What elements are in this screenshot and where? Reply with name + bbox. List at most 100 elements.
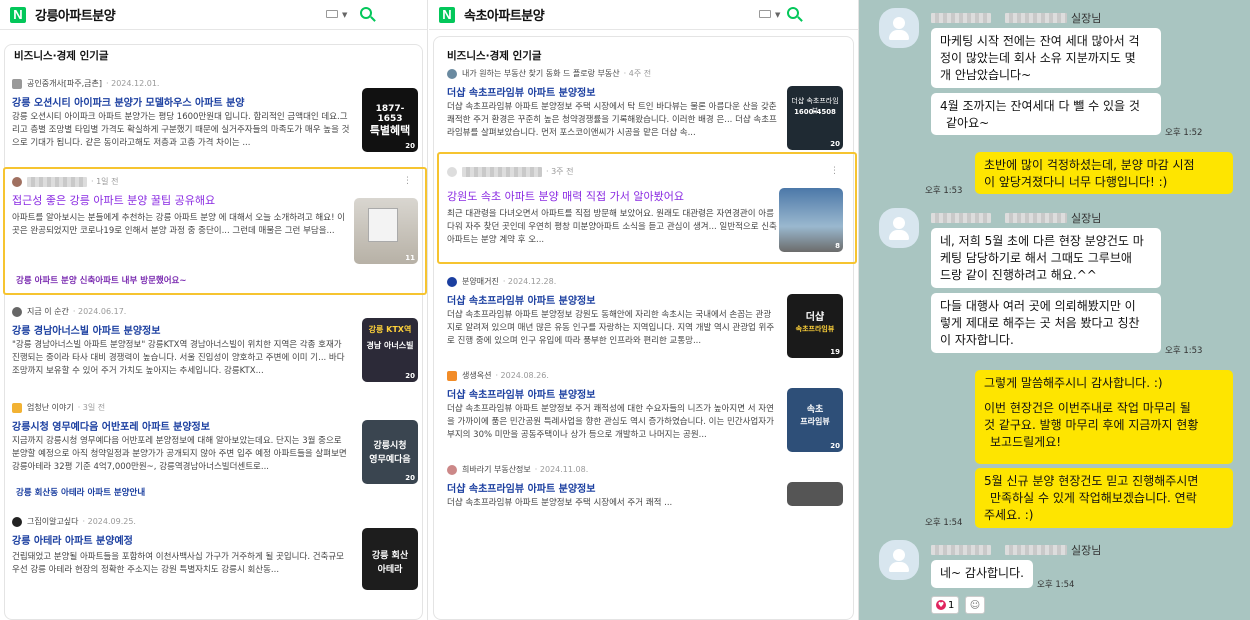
post-desc: 더샵 속초프라임뷰 아파트 분양정보 주택 시장에서 탁 트인 바다뷰는 물론 … bbox=[447, 102, 777, 138]
post-thumbnail[interactable]: 강릉 회산 아테라 bbox=[362, 528, 418, 590]
naver-logo[interactable]: N bbox=[439, 6, 455, 23]
message-line: 그렇게 말씀해주시니 감사합니다. :) bbox=[984, 376, 1163, 390]
post-thumbnail[interactable]: 강릉 KTX역 경남 아너스빌 20 bbox=[362, 318, 418, 382]
reaction-heart[interactable]: ♥ 1 bbox=[931, 596, 960, 614]
thumb-text: 속초 bbox=[806, 405, 824, 415]
message-bubble[interactable]: 4월 조까지는 잔여세대 다 뺄 수 있을 것 같아요~ bbox=[931, 93, 1161, 135]
image-count: 19 bbox=[830, 348, 840, 356]
more-icon[interactable]: ⋮ bbox=[830, 166, 839, 176]
list-item[interactable]: 분양매거진 · 2024.12.28. 더샵 속초프라임뷰 아파트 분양정보 더샵… bbox=[445, 276, 845, 360]
source-name[interactable]: 지금 이 순간 bbox=[27, 306, 69, 317]
search-query[interactable]: 속초아파트분양 bbox=[464, 5, 545, 24]
post-title[interactable]: 접근성 좋은 강릉 아파트 분양 꿀팁 공유해요 bbox=[12, 192, 352, 208]
source-name[interactable]: 엄청난 이야기 bbox=[27, 402, 74, 413]
message-line: 다들 대행사 여러 곳에 의뢰해봤지만 이 bbox=[940, 299, 1136, 313]
source-name[interactable]: 내가 원하는 부동산 찾기 동화 드 플로랑 부동산 bbox=[462, 68, 620, 79]
list-item[interactable]: 지금 이 순간 · 2024.06.17. 강릉 경남아너스빌 아파트 분양정보 … bbox=[10, 306, 418, 390]
source-name[interactable]: 그집이알고싶다 bbox=[27, 516, 79, 527]
image-count: 20 bbox=[405, 372, 415, 380]
avatar[interactable] bbox=[879, 208, 919, 248]
left-search-panel: N 강릉아파트분양 ▼ 비즈니스·경제 인기글 공인중개사[파주,금촌] · 20… bbox=[0, 0, 428, 620]
message-bubble[interactable]: 네~ 감사합니다. bbox=[931, 560, 1033, 588]
reaction-add[interactable]: ☺ bbox=[965, 596, 985, 614]
more-icon[interactable]: ⋮ bbox=[403, 176, 412, 186]
post-thumbnail[interactable]: 강릉시청 영무예다음 20 bbox=[362, 420, 418, 484]
message-line: 같아요~ bbox=[946, 116, 990, 130]
post-title[interactable]: 더샵 속초프라임뷰 아파트 분양정보 bbox=[447, 84, 777, 99]
list-item[interactable]: 내가 원하는 부동산 찾기 동화 드 플로랑 부동산 · 4주 전 더샵 속초프라… bbox=[445, 68, 845, 152]
list-item[interactable]: 엄청난 이야기 · 3일 전 강릉시청 영무예다음 어반포레 아파트 분양정보 지… bbox=[10, 402, 418, 502]
post-thumbnail[interactable]: 더샵 속초프라임뷰 1600-4508 20 bbox=[787, 86, 843, 150]
section-title: 비즈니스·경제 인기글 bbox=[14, 50, 109, 62]
message-time: 오후 1:53 bbox=[925, 186, 963, 196]
post-thumbnail[interactable]: 1877-1653 특별혜택 20 bbox=[362, 88, 418, 152]
thumb-text: 프라임뷰 bbox=[800, 417, 830, 426]
message-line: 초반에 많이 걱정하셨는데, 분양 마감 시점 bbox=[984, 158, 1195, 172]
message-bubble[interactable]: 네, 저희 5월 초에 다른 현장 분양건도 마 케팅 담당하기로 해서 그때도… bbox=[931, 228, 1161, 288]
avatar bbox=[447, 166, 457, 177]
message-time: 오후 1:52 bbox=[1165, 128, 1203, 138]
avatar bbox=[12, 176, 22, 187]
source-name[interactable]: 분양매거진 bbox=[462, 276, 499, 287]
image-count: 11 bbox=[405, 254, 415, 262]
search-icon[interactable] bbox=[360, 7, 372, 19]
post-thumbnail[interactable]: 더샵 속초프라임뷰 19 bbox=[787, 294, 843, 358]
related-link[interactable]: 강릉 아파트 분양 신축아파트 내부 방문했어요~ bbox=[16, 274, 187, 286]
thumb-text: 영무예다음 bbox=[369, 455, 411, 465]
message-line: 개 안남았습니다~ bbox=[940, 68, 1032, 82]
message-bubble[interactable]: 마케팅 시작 전에는 잔여 세대 많아서 걱 정이 많았는데 회사 소유 지분까… bbox=[931, 28, 1161, 88]
post-desc: 더샵 속초프라임뷰 아파트 분양정보 주거 쾌적성에 대한 수요자들의 니즈가 … bbox=[447, 404, 774, 440]
post-title[interactable]: 강원도 속초 아파트 분양 매력 직접 가서 알아봤어요 bbox=[447, 188, 777, 204]
blog-icon bbox=[447, 370, 457, 381]
post-desc: "강릉 경남아너스빌 아파트 분양정보" 강릉KTX역 경남아너스빌이 위치한 … bbox=[12, 340, 345, 376]
search-bar: N 속초아파트분양 ▼ bbox=[429, 0, 858, 30]
message-time: 오후 1:53 bbox=[1165, 346, 1203, 356]
message-line: 렇게 제대로 해주는 곳 처음 봤다고 칭찬 bbox=[940, 316, 1140, 330]
post-title[interactable]: 강릉 오션시티 아이파크 분양가 모델하우스 아파트 분양 bbox=[12, 94, 352, 109]
post-title[interactable]: 더샵 속초프라임뷰 아파트 분양정보 bbox=[447, 386, 777, 401]
source-name[interactable]: 생생옥션 bbox=[462, 370, 491, 381]
avatar[interactable] bbox=[879, 8, 919, 48]
list-item[interactable]: 생생옥션 · 2024.08.26. 더샵 속초프라임뷰 아파트 분양정보 더샵 … bbox=[445, 370, 845, 454]
blurred-name bbox=[1005, 545, 1067, 555]
chevron-down-icon[interactable]: ▼ bbox=[342, 11, 347, 19]
post-date: · 2024.06.17. bbox=[72, 307, 127, 316]
post-thumbnail[interactable] bbox=[787, 482, 843, 506]
message-bubble[interactable]: 그렇게 말씀해주시니 감사합니다. :) 이번 현장건은 이번주내로 작업 마무… bbox=[975, 370, 1233, 464]
search-bar: N 강릉아파트분양 ▼ bbox=[0, 0, 427, 30]
image-count: 20 bbox=[830, 140, 840, 148]
naver-logo[interactable]: N bbox=[10, 6, 26, 23]
post-title[interactable]: 강릉 경남아너스빌 아파트 분양정보 bbox=[12, 322, 352, 337]
reaction-count: 1 bbox=[948, 599, 955, 611]
post-thumbnail[interactable]: 11 bbox=[354, 198, 418, 264]
post-thumbnail[interactable]: 8 bbox=[779, 188, 843, 252]
message-line: 보고드릴게요! bbox=[990, 435, 1062, 449]
message-line: 만족하실 수 있게 작업해보겠습니다. 연락 bbox=[990, 491, 1197, 505]
keyboard-icon[interactable] bbox=[326, 10, 338, 18]
avatar[interactable] bbox=[879, 540, 919, 580]
list-item[interactable]: 그집이알고싶다 · 2024.09.25. 강릉 아테라 아파트 분양예정 건립돼… bbox=[10, 516, 418, 606]
blurred-name bbox=[931, 213, 991, 223]
related-link[interactable]: 강릉 회산동 아테라 아파트 분양안내 bbox=[16, 486, 145, 498]
source-name[interactable]: 희바라기 부동산정보 bbox=[462, 464, 531, 475]
list-item[interactable]: · 1일 전 ⋮ 접근성 좋은 강릉 아파트 분양 꿀팁 공유해요 아파트를 알… bbox=[10, 176, 418, 286]
chevron-down-icon[interactable]: ▼ bbox=[775, 11, 780, 19]
list-item[interactable]: 공인중개사[파주,금촌] · 2024.12.01. 강릉 오션시티 아이파크 분… bbox=[10, 78, 418, 162]
post-thumbnail[interactable]: 속초 프라임뷰 20 bbox=[787, 388, 843, 452]
list-item[interactable]: · 3주 전 ⋮ 강원도 속초 아파트 분양 매력 직접 가서 알아봤어요 최근… bbox=[445, 166, 845, 262]
list-item[interactable]: 희바라기 부동산정보 · 2024.11.08. 더샵 속초프라임뷰 아파트 분양… bbox=[445, 464, 845, 524]
post-title[interactable]: 강릉 아테라 아파트 분양예정 bbox=[12, 532, 352, 547]
message-bubble[interactable]: 초반에 많이 걱정하셨는데, 분양 마감 시점 이 앞당겨졌다니 너무 다행입니… bbox=[975, 152, 1233, 194]
post-title[interactable]: 더샵 속초프라임뷰 아파트 분양정보 bbox=[447, 292, 777, 307]
avatar bbox=[447, 464, 457, 475]
message-bubble[interactable]: 다들 대행사 여러 곳에 의뢰해봤지만 이 렇게 제대로 해주는 곳 처음 봤다… bbox=[931, 293, 1161, 353]
source-name[interactable]: 공인중개사[파주,금촌] bbox=[27, 78, 102, 89]
post-title[interactable]: 더샵 속초프라임뷰 아파트 분양정보 bbox=[447, 480, 777, 495]
keyboard-icon[interactable] bbox=[759, 10, 771, 18]
message-bubble[interactable]: 5월 신규 분양 현장건도 믿고 진행해주시면 만족하실 수 있게 작업해보겠습… bbox=[975, 468, 1233, 528]
search-query[interactable]: 강릉아파트분양 bbox=[35, 5, 116, 24]
post-date: · 2024.11.08. bbox=[534, 465, 589, 474]
search-icon[interactable] bbox=[787, 7, 799, 19]
blurred-name bbox=[27, 176, 87, 187]
post-title[interactable]: 강릉시청 영무예다음 어반포레 아파트 분양정보 bbox=[12, 418, 352, 433]
